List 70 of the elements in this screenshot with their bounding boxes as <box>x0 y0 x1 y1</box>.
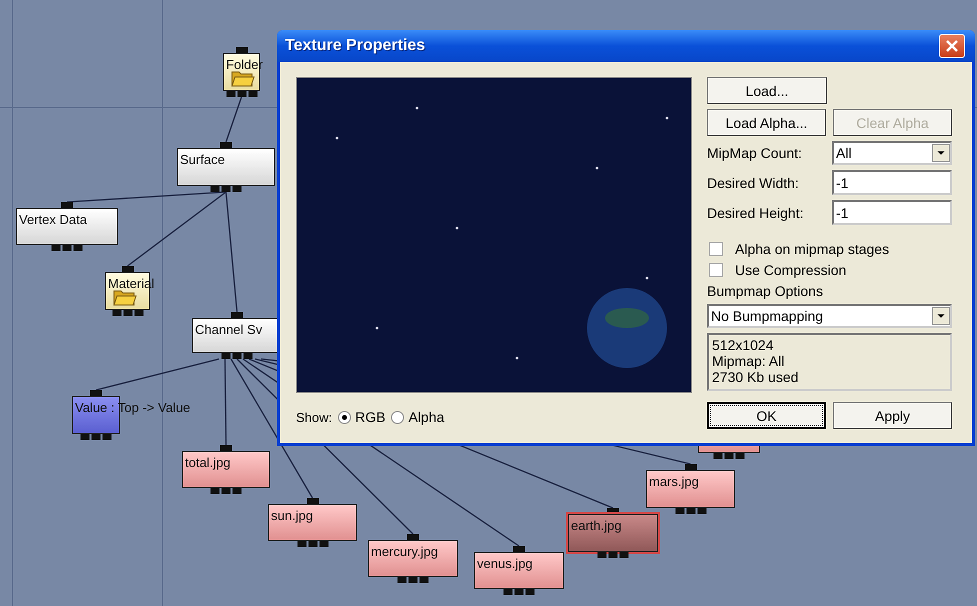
node-port[interactable] <box>231 312 243 318</box>
folder-icon <box>113 288 137 306</box>
port-strip[interactable] <box>297 541 328 547</box>
graph-node[interactable] <box>646 470 735 508</box>
caret-icon[interactable] <box>932 144 950 162</box>
graph-node[interactable] <box>72 396 120 434</box>
port-strip[interactable] <box>398 577 428 583</box>
node-label: venus.jpg <box>477 556 533 571</box>
info-line: Mipmap: All <box>712 353 786 369</box>
graph-node[interactable] <box>368 540 458 577</box>
port-strip[interactable] <box>112 310 143 316</box>
port-strip[interactable] <box>210 488 242 494</box>
field-label: Desired Width: <box>707 174 800 190</box>
port-strip[interactable] <box>80 434 112 440</box>
bumpmap-dropdown[interactable]: No Bumpmapping <box>707 304 952 328</box>
node-label: earth.jpg <box>571 518 622 533</box>
node-label: mercury.jpg <box>371 544 438 559</box>
connector-line <box>225 96 242 142</box>
caret-icon[interactable] <box>932 307 950 325</box>
close-icon <box>945 39 959 53</box>
port-strip[interactable] <box>504 589 534 595</box>
node-port[interactable] <box>684 464 696 470</box>
info-line: 512x1024 <box>712 337 775 353</box>
graph-node[interactable] <box>177 148 275 186</box>
node-port[interactable] <box>407 534 419 540</box>
checkbox-option[interactable]: Alpha on mipmap stages <box>707 241 952 257</box>
node-label: Surface <box>180 152 225 167</box>
checkbox-option[interactable]: Use Compression <box>707 262 952 278</box>
node-port[interactable] <box>90 390 102 396</box>
node-port[interactable] <box>220 142 232 148</box>
ok-button[interactable]: OK <box>707 402 826 429</box>
port-strip[interactable] <box>714 453 744 459</box>
node-label: Channel Sv <box>195 322 262 337</box>
graph-node[interactable] <box>16 208 118 245</box>
node-port[interactable] <box>61 202 73 208</box>
height-field[interactable]: -1 <box>832 200 952 225</box>
load-button[interactable]: Load... <box>707 77 827 104</box>
info-line: 2730 Kb used <box>712 369 800 385</box>
node-port[interactable] <box>236 47 248 53</box>
port-strip[interactable] <box>52 245 82 251</box>
node-label: mars.jpg <box>649 474 699 489</box>
node-label: sun.jpg <box>271 508 313 523</box>
field-label: MipMap Count: <box>707 145 803 161</box>
node-port[interactable] <box>122 266 134 272</box>
show-label: Show: <box>296 410 332 424</box>
graph-node[interactable] <box>182 451 270 488</box>
width-field[interactable]: -1 <box>832 170 952 195</box>
port-strip[interactable] <box>222 353 252 359</box>
radio-option[interactable]: Alpha <box>391 409 444 425</box>
node-label: Vertex Data <box>19 212 87 227</box>
port-strip[interactable] <box>675 508 706 514</box>
mipmap-count-dropdown[interactable]: All <box>832 141 952 165</box>
node-label: total.jpg <box>185 455 231 470</box>
port-strip[interactable] <box>226 91 257 97</box>
field-label: Desired Height: <box>707 204 804 220</box>
window-title: Texture Properties <box>285 37 426 55</box>
apply-button[interactable]: Apply <box>833 402 952 429</box>
graph-node[interactable] <box>268 504 357 541</box>
node-port[interactable] <box>306 498 318 504</box>
graph-node[interactable] <box>474 552 564 589</box>
port-strip[interactable] <box>598 552 628 558</box>
node-port[interactable] <box>220 445 232 451</box>
node-port[interactable] <box>513 546 525 552</box>
port-strip[interactable] <box>210 186 242 192</box>
graph-node[interactable] <box>568 514 658 552</box>
radio-option[interactable]: RGB <box>338 409 386 425</box>
folder-icon <box>231 69 255 87</box>
close-button[interactable] <box>939 34 965 58</box>
section-label: Bumpmap Options <box>707 283 824 299</box>
load-alpha-button[interactable]: Load Alpha... <box>707 109 826 136</box>
